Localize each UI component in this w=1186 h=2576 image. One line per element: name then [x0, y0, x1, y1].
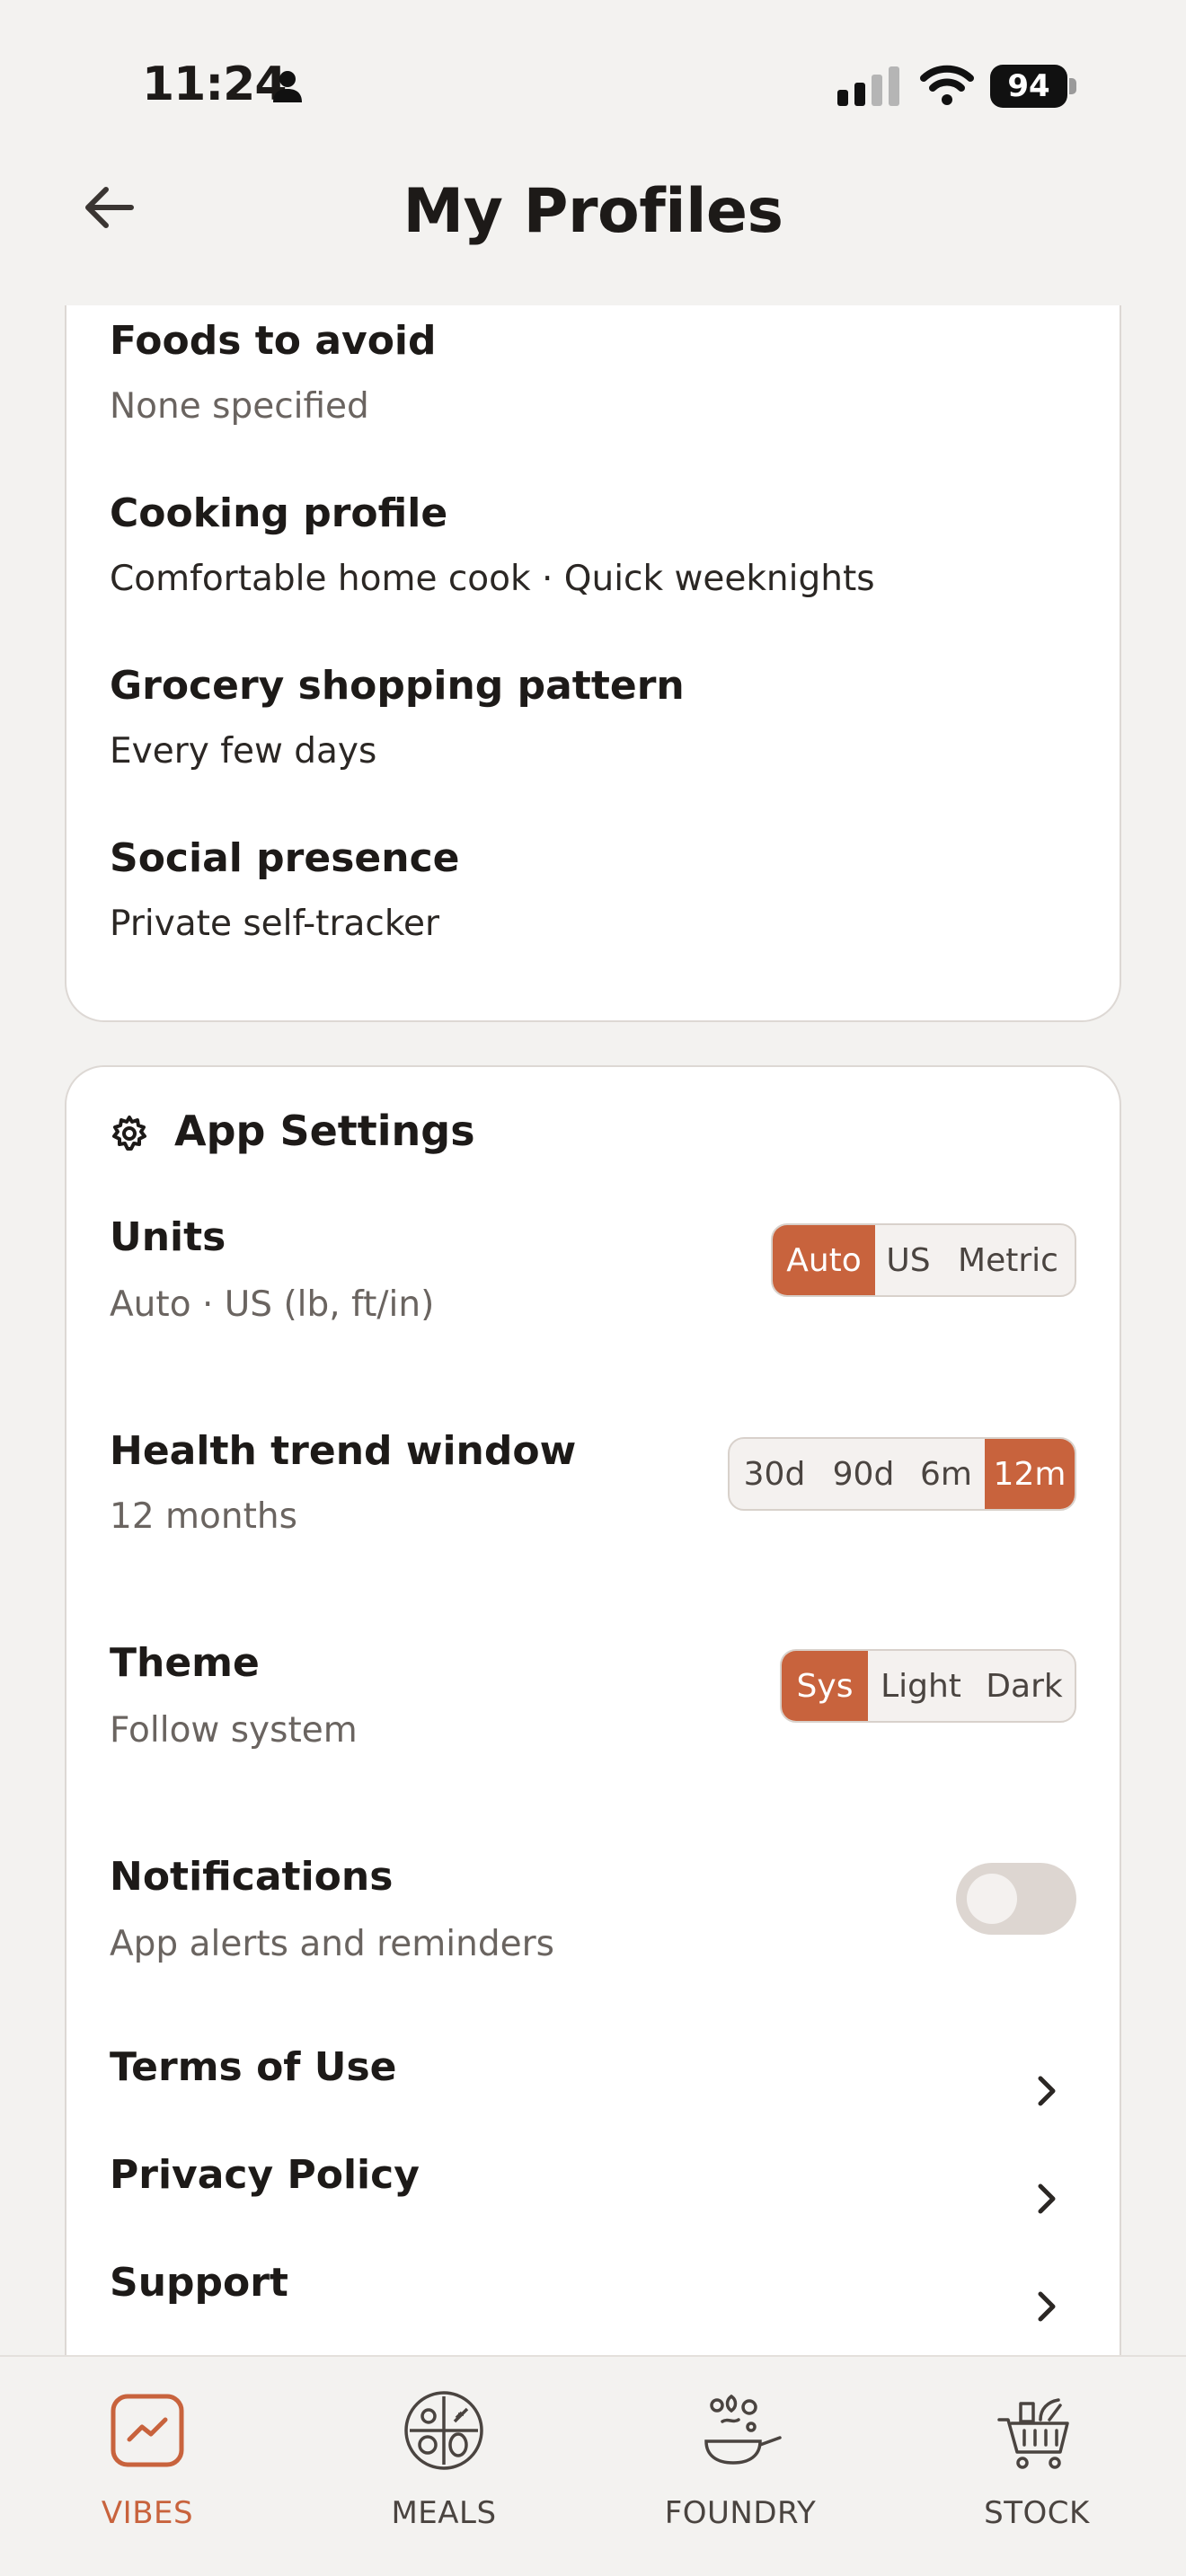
battery-cap — [1069, 78, 1076, 94]
person-icon — [273, 71, 302, 102]
units-segmented-control: Auto US Metric — [771, 1223, 1076, 1297]
stock-cart-icon — [997, 2398, 1069, 2469]
cellular-signal-icon — [837, 66, 899, 106]
battery-level: 94 — [990, 65, 1067, 108]
app-settings-heading: App Settings — [174, 1107, 475, 1155]
terms-of-use-link[interactable]: Terms of Use — [110, 2044, 397, 2090]
trend-option-12m[interactable]: 12m — [985, 1439, 1075, 1509]
notifications-title: Notifications — [110, 1854, 394, 1900]
units-title: Units — [110, 1214, 226, 1260]
notifications-value: App alerts and reminders — [110, 1924, 554, 1964]
foundry-pan-icon — [704, 2394, 782, 2465]
vibes-chart-icon — [111, 2394, 184, 2467]
units-option-us[interactable]: US — [875, 1225, 942, 1295]
units-option-auto[interactable]: Auto — [773, 1225, 875, 1295]
support-link[interactable]: Support — [110, 2260, 288, 2306]
notifications-toggle[interactable] — [956, 1863, 1076, 1935]
nav-tab-meals[interactable]: MEALS — [336, 2387, 552, 2531]
trend-option-30d[interactable]: 30d — [730, 1439, 819, 1509]
chevron-right-icon[interactable] — [1033, 2289, 1060, 2325]
toggle-knob — [967, 1874, 1017, 1924]
nav-label: MEALS — [391, 2495, 497, 2531]
chevron-right-icon[interactable] — [1033, 2181, 1060, 2217]
theme-value: Follow system — [110, 1710, 358, 1751]
trend-title: Health trend window — [110, 1428, 577, 1474]
trend-option-90d[interactable]: 90d — [819, 1439, 907, 1509]
profile-row-title: Foods to avoid — [110, 318, 437, 364]
page-title: My Profiles — [403, 176, 783, 247]
nav-label: VIBES — [101, 2495, 194, 2531]
nav-tab-stock[interactable]: STOCK — [929, 2387, 1145, 2531]
gear-icon — [112, 1116, 146, 1151]
profile-row-value: Comfortable home cook · Quick weeknights — [110, 559, 875, 599]
status-time: 11:24 — [142, 57, 288, 111]
profile-row-title: Social presence — [110, 835, 460, 881]
profile-row-value: Every few days — [110, 731, 377, 772]
chevron-right-icon[interactable] — [1033, 2073, 1060, 2109]
nav-tab-foundry[interactable]: FOUNDRY — [633, 2387, 848, 2531]
trend-option-6m[interactable]: 6m — [907, 1439, 985, 1509]
privacy-policy-link[interactable]: Privacy Policy — [110, 2152, 420, 2198]
theme-segmented-control: Sys Light Dark — [780, 1649, 1076, 1723]
profile-row-title: Cooking profile — [110, 490, 448, 536]
nav-label: FOUNDRY — [664, 2495, 817, 2531]
battery-indicator: 94 — [990, 65, 1076, 108]
trend-value: 12 months — [110, 1496, 297, 1537]
theme-option-sys[interactable]: Sys — [782, 1651, 868, 1721]
theme-option-light[interactable]: Light — [868, 1651, 974, 1721]
profile-row-title: Grocery shopping pattern — [110, 663, 685, 709]
profile-row-value: Private self-tracker — [110, 904, 440, 944]
wifi-icon — [920, 65, 974, 105]
nav-label: STOCK — [984, 2495, 1090, 2531]
profile-row-value: None specified — [110, 386, 369, 427]
trend-segmented-control: 30d 90d 6m 12m — [728, 1437, 1076, 1511]
meals-plate-icon — [404, 2391, 483, 2470]
units-value: Auto · US (lb, ft/in) — [110, 1284, 435, 1325]
theme-title: Theme — [110, 1640, 260, 1686]
theme-option-dark[interactable]: Dark — [974, 1651, 1075, 1721]
units-option-metric[interactable]: Metric — [942, 1225, 1075, 1295]
nav-tab-vibes[interactable]: VIBES — [40, 2387, 255, 2531]
